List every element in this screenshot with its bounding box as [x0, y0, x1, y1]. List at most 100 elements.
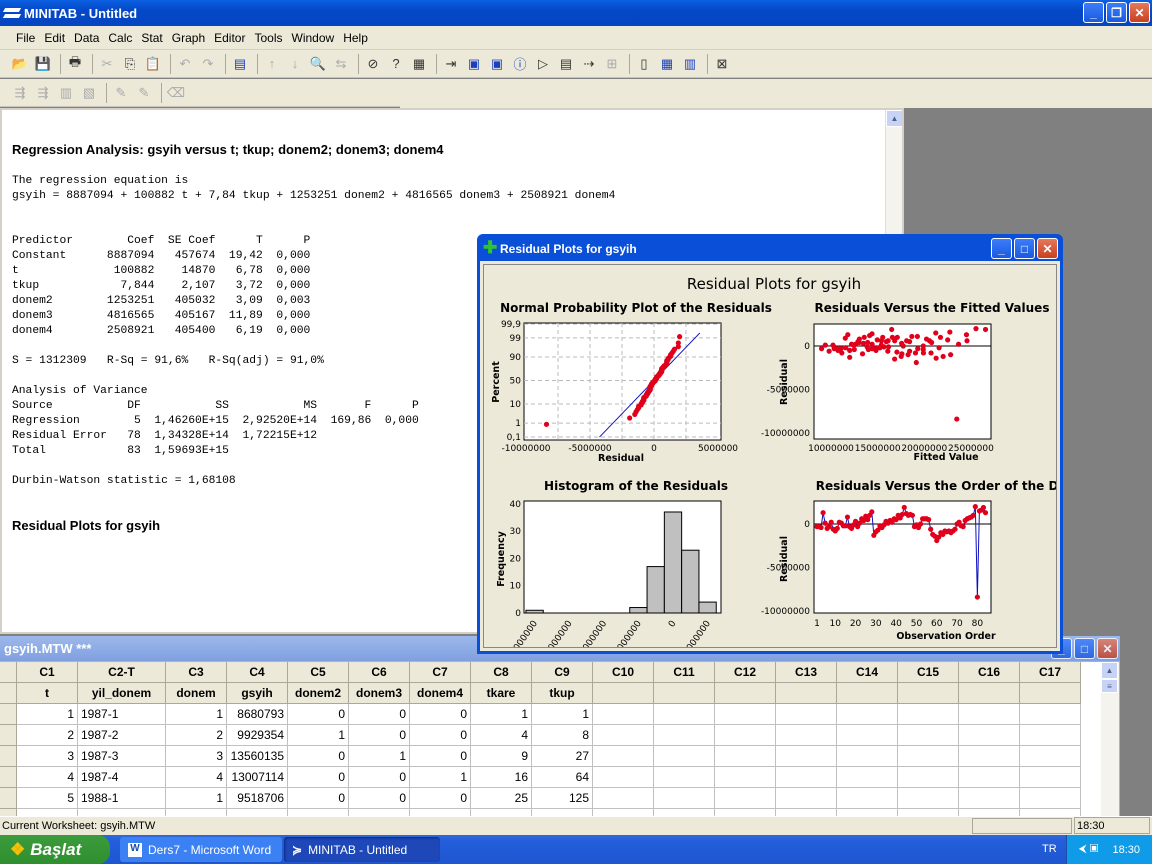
- row-header[interactable]: [0, 704, 17, 725]
- column-id[interactable]: C13: [776, 662, 837, 683]
- cell[interactable]: 8680793: [227, 704, 288, 725]
- cell[interactable]: [837, 767, 898, 788]
- column-id[interactable]: C11: [654, 662, 715, 683]
- cell[interactable]: [715, 809, 776, 816]
- cell[interactable]: [654, 746, 715, 767]
- row-header[interactable]: [0, 809, 17, 816]
- column-name[interactable]: [1020, 683, 1081, 704]
- cell[interactable]: [837, 725, 898, 746]
- cell[interactable]: [898, 704, 959, 725]
- print-icon[interactable]: 🖶: [65, 54, 85, 74]
- cell[interactable]: [227, 809, 288, 816]
- column-id[interactable]: C15: [898, 662, 959, 683]
- menu-data[interactable]: Data: [74, 31, 99, 45]
- column-id[interactable]: C7: [410, 662, 471, 683]
- worksheet-icon[interactable]: ▦: [657, 54, 677, 74]
- cell[interactable]: 0: [349, 788, 410, 809]
- scroll-up-icon[interactable]: ▲: [886, 110, 902, 127]
- down-icon[interactable]: ↓: [285, 54, 305, 74]
- cell[interactable]: [959, 725, 1020, 746]
- cell[interactable]: 125: [532, 788, 593, 809]
- cell[interactable]: [837, 746, 898, 767]
- cell[interactable]: [654, 809, 715, 816]
- column-name[interactable]: donem: [166, 683, 227, 704]
- brush2-icon[interactable]: ⇶: [33, 83, 53, 103]
- cell[interactable]: [837, 809, 898, 816]
- ws-maximize-button[interactable]: □: [1074, 638, 1095, 659]
- close-graphs-icon[interactable]: ⊠: [712, 54, 732, 74]
- column-name[interactable]: [715, 683, 776, 704]
- column-name[interactable]: tkare: [471, 683, 532, 704]
- column-id[interactable]: C5: [288, 662, 349, 683]
- copy-icon[interactable]: ⎘: [120, 54, 140, 74]
- column-id[interactable]: C16: [959, 662, 1020, 683]
- cell[interactable]: [593, 809, 654, 816]
- brush-icon[interactable]: ⇶: [10, 83, 30, 103]
- graph-window2-icon[interactable]: ▣: [487, 54, 507, 74]
- cell[interactable]: [1020, 788, 1081, 809]
- pencil2-icon[interactable]: ✎: [134, 83, 154, 103]
- scroll-up-icon[interactable]: ▲: [1101, 662, 1118, 679]
- cell[interactable]: 0: [288, 767, 349, 788]
- cell[interactable]: [593, 704, 654, 725]
- cell[interactable]: [715, 725, 776, 746]
- menu-editor[interactable]: Editor: [214, 31, 245, 45]
- column-name[interactable]: donem3: [349, 683, 410, 704]
- menu-calc[interactable]: Calc: [108, 31, 132, 45]
- cell[interactable]: [593, 788, 654, 809]
- eraser-icon[interactable]: ⌫: [166, 83, 186, 103]
- row-header[interactable]: [0, 725, 17, 746]
- insert-icon[interactable]: ⇥: [441, 54, 461, 74]
- cell[interactable]: 1987-1: [78, 704, 166, 725]
- cell[interactable]: 64: [532, 767, 593, 788]
- cell[interactable]: 0: [410, 788, 471, 809]
- menu-stat[interactable]: Stat: [141, 31, 162, 45]
- menu-graph[interactable]: Graph: [172, 31, 205, 45]
- cell[interactable]: [898, 746, 959, 767]
- cell[interactable]: 3: [17, 746, 78, 767]
- cell[interactable]: [776, 725, 837, 746]
- command-icon[interactable]: ▷: [533, 54, 553, 74]
- language-indicator[interactable]: TR: [1042, 843, 1057, 855]
- info-icon[interactable]: ⓘ: [510, 54, 530, 74]
- cell[interactable]: 9518706: [227, 788, 288, 809]
- cell[interactable]: [654, 704, 715, 725]
- column-id[interactable]: C1: [17, 662, 78, 683]
- cell[interactable]: 1: [410, 767, 471, 788]
- column-id[interactable]: C4: [227, 662, 288, 683]
- row-header[interactable]: [0, 746, 17, 767]
- columns-icon[interactable]: ▥: [680, 54, 700, 74]
- cell[interactable]: 27: [532, 746, 593, 767]
- cell[interactable]: [593, 725, 654, 746]
- cell[interactable]: [1020, 704, 1081, 725]
- column-name[interactable]: donem4: [410, 683, 471, 704]
- cell[interactable]: [776, 704, 837, 725]
- cell[interactable]: [1020, 725, 1081, 746]
- cell[interactable]: 1: [349, 746, 410, 767]
- cell[interactable]: 0: [288, 704, 349, 725]
- cell[interactable]: 9929354: [227, 725, 288, 746]
- column-id[interactable]: C14: [837, 662, 898, 683]
- menu-edit[interactable]: Edit: [44, 31, 65, 45]
- cell[interactable]: 0: [288, 788, 349, 809]
- worksheet-window[interactable]: gsyih.MTW *** _ □ ✕ C1tC2-Tyil_donemC3do…: [0, 636, 1120, 816]
- column-name[interactable]: [593, 683, 654, 704]
- cell[interactable]: [959, 704, 1020, 725]
- plot-minimize-button[interactable]: _: [991, 238, 1012, 259]
- column-id[interactable]: C2-T: [78, 662, 166, 683]
- cell[interactable]: 4: [166, 767, 227, 788]
- cell[interactable]: 1987-3: [78, 746, 166, 767]
- append-icon[interactable]: ⇢: [579, 54, 599, 74]
- cell[interactable]: 2: [17, 725, 78, 746]
- worksheet-scrollbar[interactable]: ▲ ≡: [1101, 662, 1119, 816]
- pencil-icon[interactable]: ✎: [111, 83, 131, 103]
- open-icon[interactable]: 📂: [10, 54, 30, 74]
- cell[interactable]: [17, 809, 78, 816]
- cell[interactable]: 1: [288, 725, 349, 746]
- cell[interactable]: 0: [349, 725, 410, 746]
- cell[interactable]: [654, 725, 715, 746]
- tiled-icon[interactable]: ⊞: [602, 54, 622, 74]
- cell[interactable]: [776, 767, 837, 788]
- cell[interactable]: 0: [349, 704, 410, 725]
- cell[interactable]: [593, 746, 654, 767]
